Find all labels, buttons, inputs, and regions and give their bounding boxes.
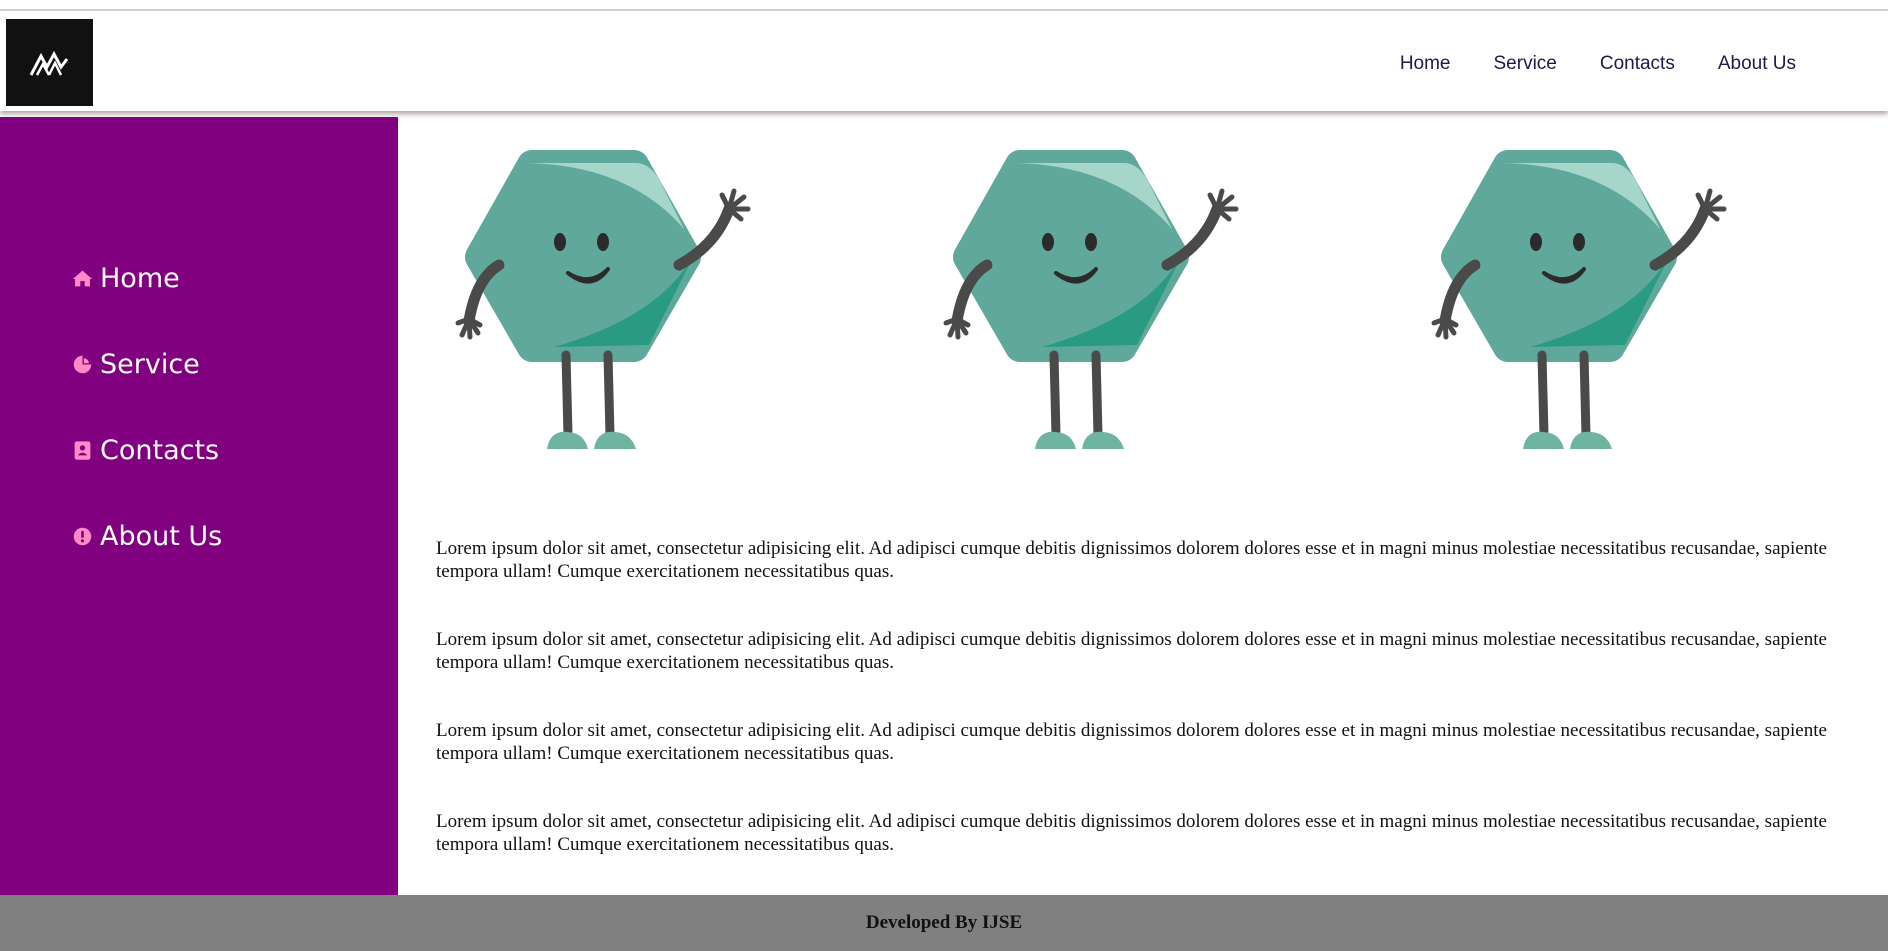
mascot-gallery — [454, 147, 1874, 487]
lorem-paragraph: Lorem ipsum dolor sit amet, consectetur … — [436, 720, 1827, 764]
waving-hexagon-mascot — [1431, 150, 1727, 449]
waving-hexagon-mascot — [943, 150, 1239, 449]
sidebar-item-service[interactable]: Service — [72, 349, 200, 380]
top-nav: Home Service Contacts About Us — [1400, 53, 1796, 75]
mascot-image — [1430, 147, 1810, 487]
top-nav-home-link[interactable]: Home — [1400, 53, 1451, 75]
lorem-paragraph: Lorem ipsum dolor sit amet, consectetur … — [436, 629, 1827, 673]
lorem-paragraph: Lorem ipsum dolor sit amet, consectetur … — [436, 538, 1827, 582]
site-header: Home Service Contacts About Us — [0, 11, 1888, 111]
home-icon — [72, 268, 93, 289]
page: Home Service Contacts About Us Home Serv… — [0, 0, 1888, 951]
sidebar-item-about-us[interactable]: About Us — [72, 521, 222, 552]
mascot-image — [454, 147, 834, 487]
sidebar-item-label: About Us — [100, 521, 223, 552]
sidebar-item-label: Service — [100, 349, 200, 380]
logo[interactable] — [6, 19, 93, 106]
sidebar-item-label: Contacts — [100, 435, 220, 466]
sidebar-item-contacts[interactable]: Contacts — [72, 435, 219, 466]
address-book-icon — [72, 440, 93, 461]
sidebar: Home Service Contacts About Us — [0, 117, 398, 895]
site-footer: Developed By IJSE — [0, 895, 1888, 951]
info-circle-icon — [72, 526, 93, 547]
chart-pie-icon — [72, 354, 93, 375]
top-nav-about-us-link[interactable]: About Us — [1718, 53, 1796, 75]
sidebar-item-home[interactable]: Home — [72, 263, 180, 294]
sidebar-item-label: Home — [100, 263, 180, 294]
top-nav-service-link[interactable]: Service — [1494, 53, 1557, 75]
lorem-paragraph: Lorem ipsum dolor sit amet, consectetur … — [436, 811, 1827, 855]
waving-hexagon-mascot — [455, 150, 751, 449]
top-nav-contacts-link[interactable]: Contacts — [1600, 53, 1675, 75]
footer-credit: Developed By IJSE — [865, 912, 1023, 933]
mascot-image — [942, 147, 1322, 487]
mountain-logo-icon — [29, 50, 68, 76]
main-content: Lorem ipsum dolor sit amet, consectetur … — [398, 117, 1888, 895]
